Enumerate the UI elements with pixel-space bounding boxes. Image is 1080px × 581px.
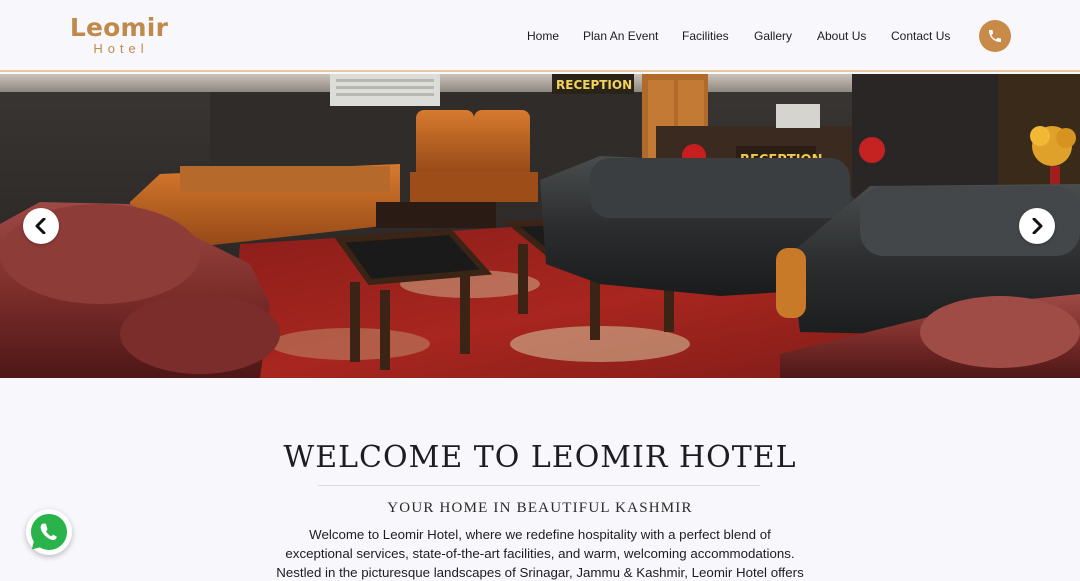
carousel-next-button[interactable]	[1019, 208, 1055, 244]
whatsapp-button[interactable]	[26, 509, 72, 555]
welcome-body-line: Nestled in the picturesque landscapes of…	[276, 565, 804, 580]
welcome-body-line: Welcome to Leomir Hotel, where we redefi…	[309, 527, 771, 542]
reception-sign-top: RECEPTION	[556, 78, 632, 92]
nav-plan-an-event[interactable]: Plan An Event	[583, 29, 658, 43]
welcome-title: WELCOME TO LEOMIR HOTEL	[283, 440, 797, 475]
whatsapp-icon	[31, 514, 67, 550]
welcome-section: WELCOME TO LEOMIR HOTEL YOUR HOME IN BEA…	[0, 378, 1080, 581]
welcome-body: Welcome to Leomir Hotel, where we redefi…	[270, 525, 810, 581]
welcome-body-line: exceptional services, state-of-the-art f…	[285, 546, 795, 561]
nav-home[interactable]: Home	[527, 29, 559, 43]
title-divider	[318, 485, 760, 486]
chevron-left-icon	[35, 218, 46, 234]
chevron-right-icon	[1032, 218, 1043, 234]
call-button[interactable]	[979, 20, 1011, 52]
phone-icon	[989, 30, 1001, 42]
carousel-prev-button[interactable]	[23, 208, 59, 244]
nav-gallery[interactable]: Gallery	[754, 29, 792, 43]
hotel-lobby-image: RECEPTION RECEPTION	[0, 74, 1080, 378]
nav-about-us[interactable]: About Us	[817, 29, 866, 43]
main-nav: Home Plan An Event Facilities Gallery Ab…	[0, 29, 1080, 45]
hero-carousel[interactable]: RECEPTION RECEPTION	[0, 74, 1080, 378]
site-header: Leomir Hotel Home Plan An Event Faciliti…	[0, 0, 1080, 72]
welcome-subtitle: YOUR HOME IN BEAUTIFUL KASHMIR	[387, 500, 693, 516]
nav-facilities[interactable]: Facilities	[682, 29, 729, 43]
nav-contact-us[interactable]: Contact Us	[891, 29, 950, 43]
